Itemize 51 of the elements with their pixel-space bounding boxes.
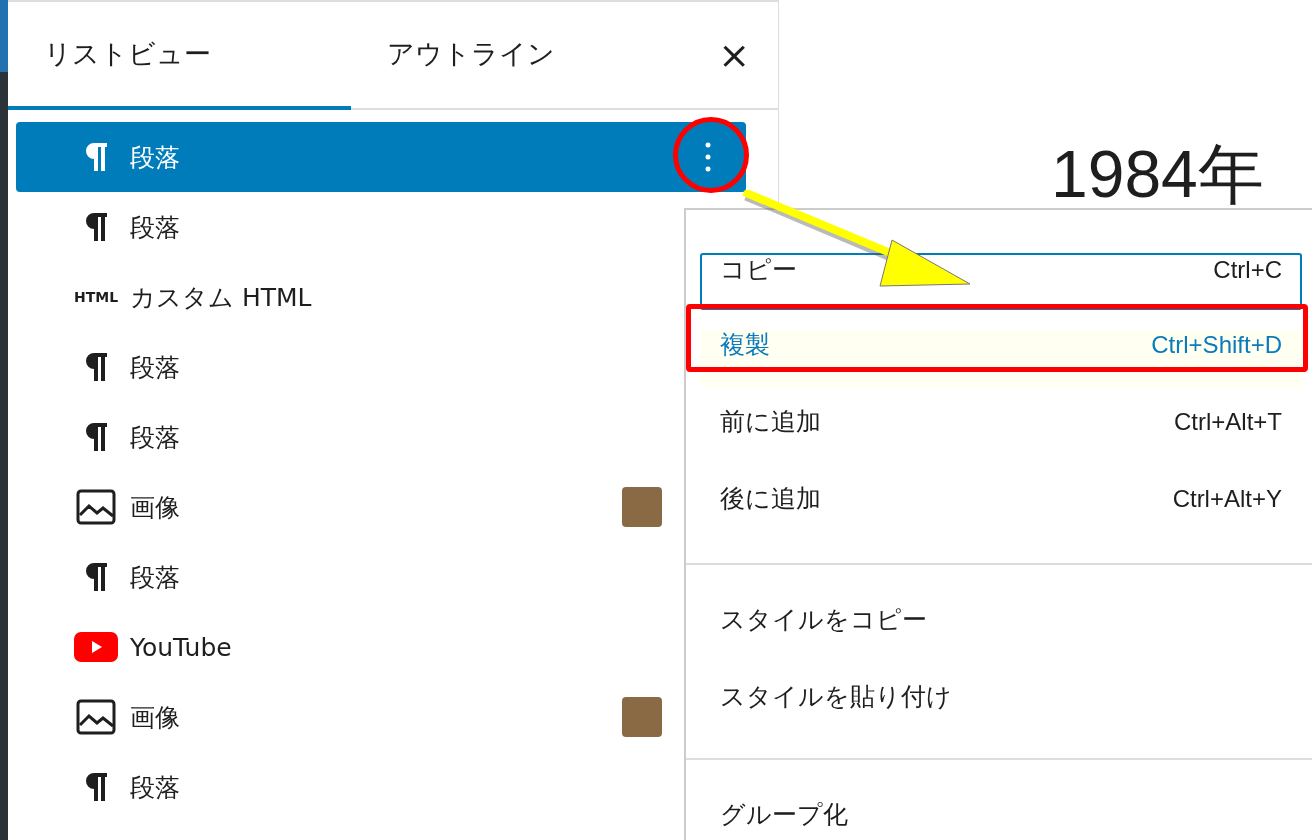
block-list-item[interactable]: 段落 xyxy=(16,122,746,192)
block-label: 画像 xyxy=(130,701,180,734)
keyboard-shortcut: Ctrl+Shift+D xyxy=(1151,330,1282,360)
menu-item-label: スタイルをコピー xyxy=(720,605,927,635)
keyboard-shortcut: Ctrl+C xyxy=(1213,255,1282,285)
paragraph-icon xyxy=(83,141,109,173)
post-heading: 1984年 xyxy=(1051,136,1265,213)
menu-item-label: グループ化 xyxy=(720,800,848,830)
paragraph-icon xyxy=(83,351,109,383)
menu-item-label: 後に追加 xyxy=(720,484,821,514)
block-list-item[interactable]: 段落 xyxy=(16,542,692,612)
image-icon xyxy=(76,489,116,525)
block-label: 段落 xyxy=(130,351,180,384)
paragraph-icon xyxy=(83,211,109,243)
block-list-item[interactable]: 段落 xyxy=(16,332,692,402)
block-label: 段落 xyxy=(130,421,180,454)
paragraph-icon xyxy=(83,561,109,593)
paragraph-icon xyxy=(83,421,109,453)
close-button[interactable]: × xyxy=(690,2,778,108)
html-icon: HTML xyxy=(73,289,119,305)
panel-tab[interactable]: リストビュー xyxy=(8,2,352,110)
menu-item[interactable]: 複製 Ctrl+Shift+D xyxy=(700,330,1302,387)
menu-item-label: コピー xyxy=(720,255,797,285)
block-list-item[interactable]: 画像 xyxy=(16,682,692,752)
panel-tab[interactable]: アウトライン xyxy=(351,2,691,110)
block-list-item[interactable]: 段落 xyxy=(16,402,692,472)
block-label: YouTube xyxy=(130,632,232,662)
block-list-item[interactable]: 段落 xyxy=(16,192,692,262)
menu-item[interactable]: 前に追加 Ctrl+Alt+T xyxy=(700,407,1302,464)
keyboard-shortcut: Ctrl+Alt+Y xyxy=(1172,484,1282,514)
block-label: 段落 xyxy=(130,211,180,244)
image-icon xyxy=(76,699,116,735)
block-label: 段落 xyxy=(130,771,180,804)
paragraph-icon xyxy=(83,771,109,803)
block-list-item[interactable]: YouTube xyxy=(16,612,692,682)
menu-item[interactable]: 後に追加 Ctrl+Alt+Y xyxy=(700,484,1302,541)
menu-item[interactable]: グループ化 xyxy=(700,800,1302,840)
block-label: 画像 xyxy=(130,491,180,524)
menu-item-label: スタイルを貼り付け xyxy=(720,682,952,712)
menu-item[interactable]: スタイルを貼り付け xyxy=(700,682,1302,739)
keyboard-shortcut: Ctrl+Alt+T xyxy=(1173,407,1282,437)
more-options-icon[interactable] xyxy=(704,141,712,173)
play-icon xyxy=(74,632,118,662)
block-list-item[interactable]: 段落 xyxy=(16,752,692,822)
menu-item-label: 前に追加 xyxy=(720,407,821,437)
menu-item[interactable]: スタイルをコピー xyxy=(700,605,1302,662)
block-label: 段落 xyxy=(130,561,180,594)
block-label: 段落 xyxy=(130,141,180,174)
block-list-item[interactable]: 画像 xyxy=(16,472,692,542)
menu-item-label: 複製 xyxy=(720,330,770,360)
block-label: カスタム HTML xyxy=(130,281,312,314)
